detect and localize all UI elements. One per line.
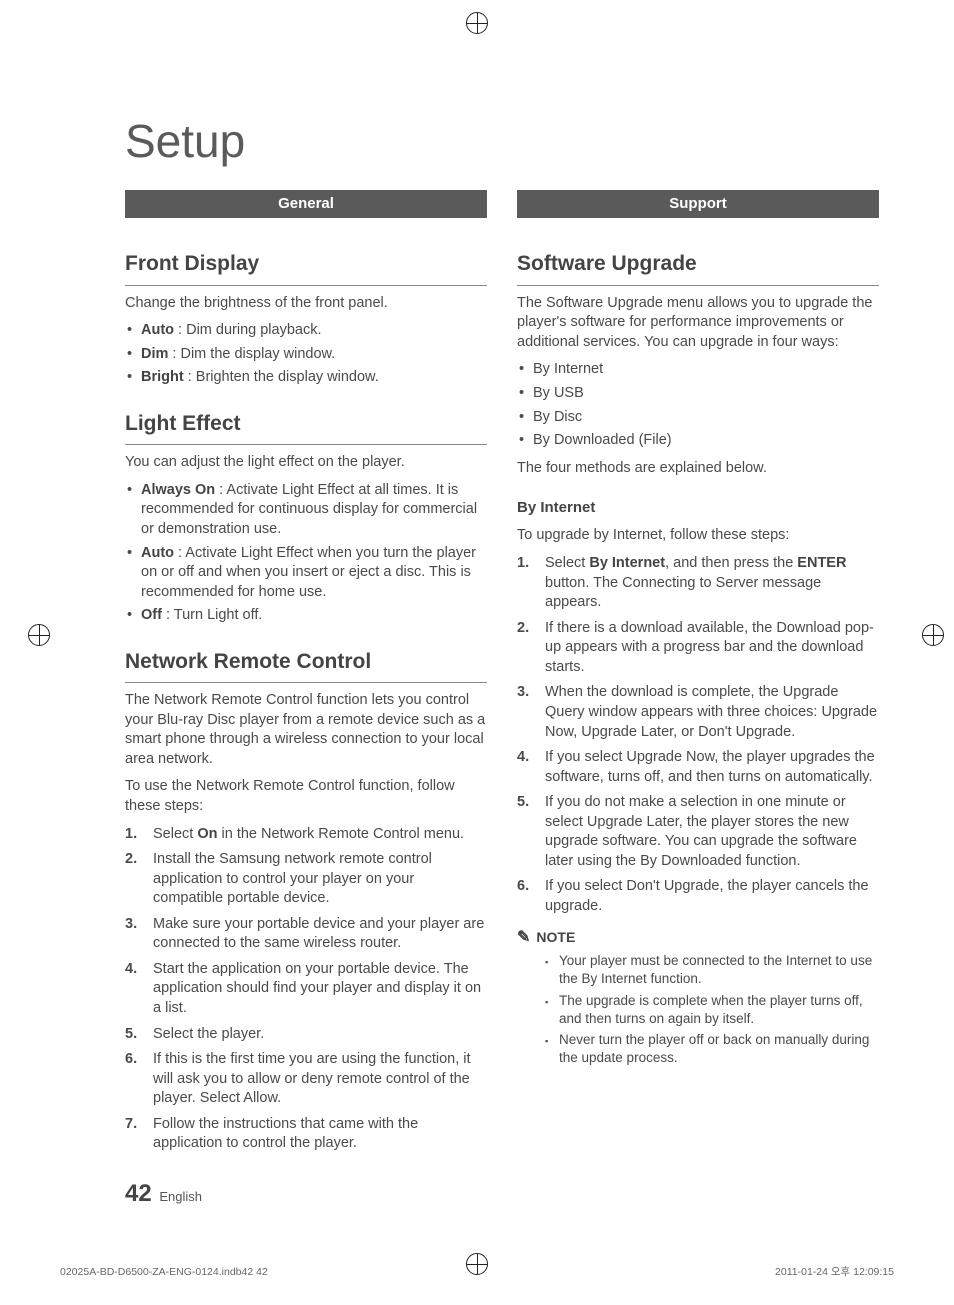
option-text: : Brighten the display window. — [184, 369, 379, 385]
step-bold: By Internet — [589, 555, 665, 571]
note-item: Your player must be connected to the Int… — [545, 952, 879, 988]
step-item: Start the application on your portable d… — [125, 960, 487, 1019]
registration-mark-left — [28, 624, 50, 646]
step-item: If there is a download available, the Do… — [517, 619, 879, 678]
light-effect-list: Always On : Activate Light Effect at all… — [125, 481, 487, 626]
right-column: Support Software Upgrade The Software Up… — [517, 190, 879, 1160]
option-label: Dim — [141, 346, 168, 362]
list-item: Off : Turn Light off. — [125, 606, 487, 626]
step-bold: ENTER — [797, 555, 846, 571]
document-page: Setup General Front Display Change the b… — [0, 0, 954, 1305]
option-text: : Activate Light Effect when you turn th… — [141, 545, 476, 600]
list-item: Auto : Activate Light Effect when you tu… — [125, 544, 487, 603]
note-header: ✎ NOTE — [517, 927, 879, 949]
heading-light-effect: Light Effect — [125, 410, 487, 445]
upgrade-ways-list: By Internet By USB By Disc By Downloaded… — [517, 360, 879, 450]
by-internet-intro: To upgrade by Internet, follow these ste… — [517, 526, 879, 546]
note-item: The upgrade is complete when the player … — [545, 992, 879, 1028]
front-display-intro: Change the brightness of the front panel… — [125, 294, 487, 314]
list-item: Auto : Dim during playback. — [125, 321, 487, 341]
option-label: Auto — [141, 322, 174, 338]
step-item: If this is the first time you are using … — [125, 1050, 487, 1109]
step-text: in the Network Remote Control menu. — [217, 826, 464, 842]
heading-software-upgrade: Software Upgrade — [517, 250, 879, 285]
step-item: Make sure your portable device and your … — [125, 915, 487, 954]
step-item: Follow the instructions that came with t… — [125, 1115, 487, 1154]
list-item: By Disc — [517, 408, 879, 428]
page-title: Setup — [125, 110, 899, 172]
front-display-list: Auto : Dim during playback. Dim : Dim th… — [125, 321, 487, 388]
page-footer: 42 English — [125, 1178, 202, 1210]
option-label: Bright — [141, 369, 184, 385]
step-item: When the download is complete, the Upgra… — [517, 683, 879, 742]
option-text: : Dim the display window. — [168, 346, 335, 362]
step-item: Select the player. — [125, 1025, 487, 1045]
list-item: Always On : Activate Light Effect at all… — [125, 481, 487, 540]
option-label: Off — [141, 607, 162, 623]
network-remote-p2: To use the Network Remote Control functi… — [125, 777, 487, 816]
step-item: Select On in the Network Remote Control … — [125, 825, 487, 845]
print-timestamp: 2011-01-24 오후 12:09:15 — [775, 1265, 894, 1279]
print-file-info: 02025A-BD-D6500-ZA-ENG-0124.indb42 42 — [60, 1265, 268, 1279]
page-number: 42 — [125, 1180, 152, 1207]
list-item: By USB — [517, 384, 879, 404]
note-icon: ✎ — [517, 927, 530, 949]
option-text: : Dim during playback. — [174, 322, 321, 338]
step-item: Install the Samsung network remote contr… — [125, 850, 487, 909]
section-bar-general: General — [125, 190, 487, 218]
by-internet-steps: Select By Internet, and then press the E… — [517, 554, 879, 917]
page-language: English — [159, 1189, 202, 1204]
list-item: Dim : Dim the display window. — [125, 345, 487, 365]
step-item: If you select Don't Upgrade, the player … — [517, 877, 879, 916]
software-upgrade-outro: The four methods are explained below. — [517, 459, 879, 479]
step-text: Select — [153, 826, 197, 842]
subheading-by-internet: By Internet — [517, 498, 879, 518]
notes-list: Your player must be connected to the Int… — [517, 952, 879, 1067]
list-item: By Downloaded (File) — [517, 431, 879, 451]
step-bold: On — [197, 826, 217, 842]
option-text: : Turn Light off. — [162, 607, 263, 623]
list-item: By Internet — [517, 360, 879, 380]
content-columns: General Front Display Change the brightn… — [55, 190, 899, 1160]
option-label: Always On — [141, 482, 215, 498]
option-label: Auto — [141, 545, 174, 561]
note-item: Never turn the player off or back on man… — [545, 1031, 879, 1067]
heading-front-display: Front Display — [125, 250, 487, 285]
registration-mark-top — [466, 12, 488, 34]
print-footer: 02025A-BD-D6500-ZA-ENG-0124.indb42 42 20… — [0, 1265, 954, 1279]
step-item: If you select Upgrade Now, the player up… — [517, 748, 879, 787]
registration-mark-right — [922, 624, 944, 646]
note-label: NOTE — [536, 928, 575, 947]
network-remote-steps: Select On in the Network Remote Control … — [125, 825, 487, 1154]
light-effect-intro: You can adjust the light effect on the p… — [125, 453, 487, 473]
step-text: , and then press the — [665, 555, 797, 571]
section-bar-support: Support — [517, 190, 879, 218]
step-item: Select By Internet, and then press the E… — [517, 554, 879, 613]
heading-network-remote: Network Remote Control — [125, 648, 487, 683]
list-item: Bright : Brighten the display window. — [125, 368, 487, 388]
step-item: If you do not make a selection in one mi… — [517, 793, 879, 871]
software-upgrade-intro: The Software Upgrade menu allows you to … — [517, 294, 879, 353]
network-remote-p1: The Network Remote Control function lets… — [125, 691, 487, 769]
left-column: General Front Display Change the brightn… — [125, 190, 487, 1160]
step-text: button. The Connecting to Server message… — [545, 575, 821, 611]
step-text: Select — [545, 555, 589, 571]
